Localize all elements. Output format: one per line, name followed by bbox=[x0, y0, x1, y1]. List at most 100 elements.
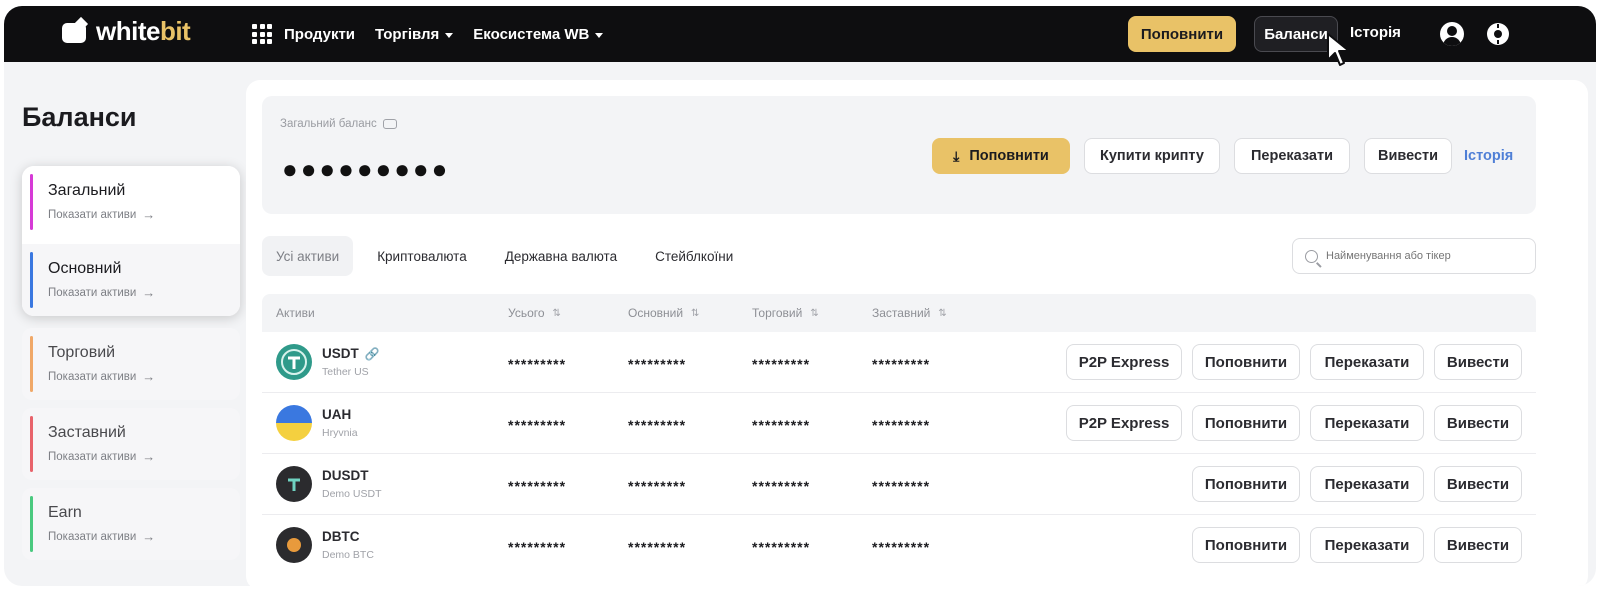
main-nav: Продукти Торгівля Екосистема WB bbox=[252, 6, 604, 62]
p2p-express-button[interactable]: P2P Express bbox=[1066, 405, 1182, 441]
history-link[interactable]: Історія bbox=[1464, 148, 1513, 164]
row-transfer-button[interactable]: Переказати bbox=[1310, 344, 1424, 380]
table-row[interactable]: DBTC Demo BTC ********* ********* ******… bbox=[262, 515, 1536, 576]
tab-crypto[interactable]: Криптовалюта bbox=[363, 236, 481, 276]
total-value: ********* bbox=[508, 478, 567, 494]
tab-fiat[interactable]: Державна валюта bbox=[491, 236, 631, 276]
sidebar-item-label: Основний bbox=[48, 260, 122, 277]
logo[interactable]: whitebit bbox=[60, 16, 191, 47]
download-icon: ⤓ bbox=[953, 147, 960, 164]
topup-button[interactable]: ⤓ Поповнити bbox=[932, 138, 1070, 174]
table-row[interactable]: USDT 🔗 Tether US ********* ********* ****… bbox=[262, 332, 1536, 393]
dbtc-coin-icon bbox=[276, 527, 312, 563]
topup-button-label: Поповнити bbox=[969, 148, 1049, 164]
eye-icon[interactable] bbox=[382, 119, 397, 129]
col-collateral[interactable]: Заставний ⇅ bbox=[872, 306, 947, 320]
sidebar-item-earn[interactable]: Earn Показати активи → bbox=[22, 488, 240, 560]
nav-products[interactable]: Продукти bbox=[284, 26, 355, 43]
chevron-down-icon bbox=[595, 32, 604, 38]
sidebar-item-label: Заставний bbox=[48, 424, 126, 441]
asset-name: Demo USDT bbox=[322, 488, 382, 500]
sidebar-item-sub: Показати активи → bbox=[48, 207, 156, 222]
row-transfer-button[interactable]: Переказати bbox=[1310, 405, 1424, 441]
asset-tabs: Усі активи Криптовалюта Державна валюта … bbox=[262, 236, 747, 276]
trading-value: ********* bbox=[752, 417, 811, 433]
collateral-value: ********* bbox=[872, 539, 931, 555]
table-header: Активи Усього ⇅ Основний ⇅ Торговий ⇅ Заста… bbox=[262, 294, 1536, 332]
total-balance-card: Загальний баланс ●●●●●●●●● ⤓ Поповнити К… bbox=[262, 96, 1536, 214]
total-value: ********* bbox=[508, 539, 567, 555]
arrow-right-icon: → bbox=[142, 285, 156, 300]
chevron-down-icon bbox=[445, 32, 454, 38]
tab-all-assets[interactable]: Усі активи bbox=[262, 236, 354, 276]
sidebar-item-sub: Показати активи → bbox=[48, 369, 156, 384]
tab-stablecoins[interactable]: Стейблкоїни bbox=[641, 236, 747, 276]
nav-trading[interactable]: Торгівля bbox=[375, 25, 454, 43]
link-icon[interactable]: 🔗 bbox=[365, 347, 380, 361]
screen: whitebit Продукти Торгівля Екосистема WB… bbox=[0, 0, 1600, 593]
logo-icon bbox=[60, 16, 90, 47]
header-history-link[interactable]: Історія bbox=[1350, 24, 1401, 41]
sidebar-item-accent bbox=[30, 416, 33, 472]
arrow-right-icon: → bbox=[142, 207, 156, 222]
main-panel: Загальний баланс ●●●●●●●●● ⤓ Поповнити К… bbox=[246, 80, 1588, 586]
row-topup-button[interactable]: Поповнити bbox=[1192, 527, 1300, 563]
sidebar-item-general[interactable]: Загальний Показати активи → bbox=[22, 166, 240, 238]
row-topup-button[interactable]: Поповнити bbox=[1192, 466, 1300, 502]
row-withdraw-button[interactable]: Вивести bbox=[1434, 527, 1522, 563]
settings-icon[interactable] bbox=[1486, 22, 1510, 46]
row-topup-button[interactable]: Поповнити bbox=[1192, 405, 1300, 441]
search-input[interactable] bbox=[1326, 250, 1526, 262]
nav-products-label: Продукти bbox=[284, 25, 356, 43]
buy-crypto-button[interactable]: Купити крипту bbox=[1084, 138, 1220, 174]
total-balance-value: ●●●●●●●●● bbox=[282, 154, 451, 184]
collateral-value: ********* bbox=[872, 356, 931, 372]
app-window: whitebit Продукти Торгівля Екосистема WB… bbox=[4, 6, 1596, 586]
nav-trading-label: Торгівля bbox=[375, 25, 440, 43]
sidebar-item-accent bbox=[30, 496, 33, 552]
asset-search[interactable] bbox=[1292, 238, 1536, 274]
sidebar-item-trading[interactable]: Торговий Показати активи → bbox=[22, 328, 240, 400]
main-value: ********* bbox=[628, 478, 687, 494]
grid-icon[interactable] bbox=[252, 24, 272, 44]
sidebar-item-accent bbox=[30, 252, 33, 308]
transfer-button[interactable]: Переказати bbox=[1234, 138, 1350, 174]
row-topup-button[interactable]: Поповнити bbox=[1192, 344, 1300, 380]
p2p-express-button[interactable]: P2P Express bbox=[1066, 344, 1182, 380]
row-withdraw-button[interactable]: Вивести bbox=[1434, 405, 1522, 441]
row-transfer-button[interactable]: Переказати bbox=[1310, 466, 1424, 502]
row-withdraw-button[interactable]: Вивести bbox=[1434, 466, 1522, 502]
sort-icon: ⇅ bbox=[938, 307, 947, 319]
logo-text-bit: bit bbox=[159, 16, 191, 46]
total-balance-label: Загальний баланс bbox=[280, 118, 397, 130]
arrow-right-icon: → bbox=[142, 369, 156, 384]
asset-ticker: DUSDT bbox=[322, 468, 369, 483]
collateral-value: ********* bbox=[872, 417, 931, 433]
row-transfer-button[interactable]: Переказати bbox=[1310, 527, 1424, 563]
header-topup-button[interactable]: Поповнити bbox=[1128, 16, 1236, 52]
trading-value: ********* bbox=[752, 478, 811, 494]
sidebar-item-accent bbox=[30, 174, 33, 230]
col-total[interactable]: Усього ⇅ bbox=[508, 306, 561, 320]
col-assets: Активи bbox=[276, 306, 315, 320]
uah-flag-icon bbox=[276, 405, 312, 441]
main-value: ********* bbox=[628, 417, 687, 433]
asset-ticker: USDT 🔗 bbox=[322, 346, 380, 361]
asset-ticker: DBTC bbox=[322, 529, 360, 544]
withdraw-button[interactable]: Вивести bbox=[1364, 138, 1452, 174]
main-value: ********* bbox=[628, 356, 687, 372]
sort-icon: ⇅ bbox=[552, 307, 561, 319]
sidebar-highlight-group: Загальний Показати активи → Основний Пока… bbox=[22, 166, 240, 316]
user-icon[interactable] bbox=[1440, 22, 1464, 46]
sidebar-item-main[interactable]: Основний Показати активи → bbox=[22, 244, 240, 316]
page-title: Баланси bbox=[22, 102, 137, 132]
col-main[interactable]: Основний ⇅ bbox=[628, 306, 699, 320]
table-row[interactable]: DUSDT Demo USDT ********* ********* ****… bbox=[262, 454, 1536, 515]
col-trading[interactable]: Торговий ⇅ bbox=[752, 306, 819, 320]
sidebar-item-collateral[interactable]: Заставний Показати активи → bbox=[22, 408, 240, 480]
row-withdraw-button[interactable]: Вивести bbox=[1434, 344, 1522, 380]
table-row[interactable]: UAH Hryvnia ********* ********* ********… bbox=[262, 393, 1536, 454]
main-value: ********* bbox=[628, 539, 687, 555]
nav-ecosystem-label: Екосистема WB bbox=[473, 25, 590, 43]
nav-ecosystem[interactable]: Екосистема WB bbox=[473, 25, 604, 43]
